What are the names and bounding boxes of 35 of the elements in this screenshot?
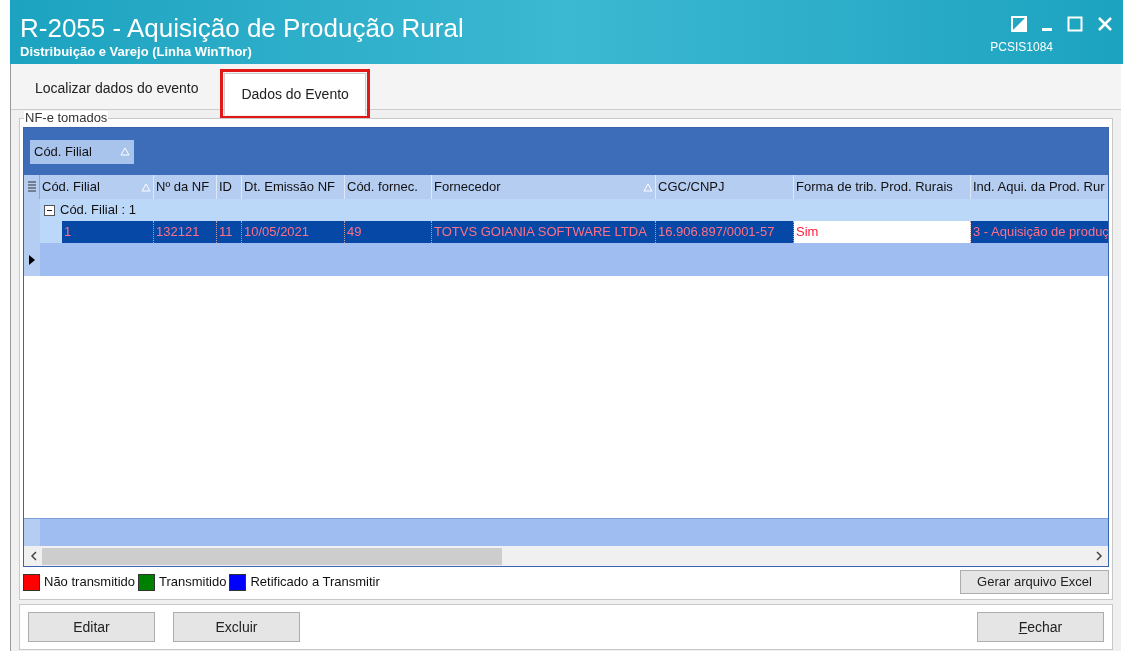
column-chooser-icon[interactable] xyxy=(27,181,36,193)
legend-label: Transmitido xyxy=(159,573,227,592)
row-pointer-icon xyxy=(29,254,35,265)
table-cell: 16.906.897/0001-57 xyxy=(656,221,794,243)
group-row-label: Cód. Filial : 1 xyxy=(60,201,136,220)
restore-icon[interactable] xyxy=(1011,16,1027,32)
window-title: R-2055 - Aquisição de Produção Rural xyxy=(20,14,464,42)
scroll-left-icon[interactable] xyxy=(29,551,37,561)
table-cell: 49 xyxy=(345,221,432,243)
horizontal-scrollbar[interactable] xyxy=(24,546,1108,566)
legend-label: Não transmitido xyxy=(44,573,136,592)
table-cell: 1 xyxy=(62,221,154,243)
sort-icon xyxy=(141,182,151,192)
window-subtitle: Distribuição e Varejo (Linha WinThor) xyxy=(20,43,253,61)
program-code: PCSIS1084 xyxy=(990,39,1053,56)
tab[interactable]: Localizar dados do evento xyxy=(19,67,215,109)
table-cell: 132121 xyxy=(154,221,217,243)
collapse-icon[interactable] xyxy=(44,204,55,216)
excel-button[interactable]: Gerar arquivo Excel xyxy=(960,570,1109,594)
row-selector xyxy=(24,519,40,546)
table-cell: 11 xyxy=(217,221,242,243)
maximize-icon[interactable] xyxy=(1067,16,1083,32)
group-by-chip[interactable]: Cód. Filial xyxy=(30,139,134,164)
legend-label: Retificado a Transmitir xyxy=(250,573,380,592)
close-icon[interactable] xyxy=(1097,16,1113,32)
table-cell: Sim xyxy=(794,221,971,243)
sort-icon xyxy=(643,182,653,192)
scroll-right-icon[interactable] xyxy=(1095,551,1103,561)
dialog-button[interactable]: Fechar xyxy=(977,612,1104,642)
group-box-title: NF-e tomados xyxy=(24,111,109,125)
dialog-button[interactable]: Editar xyxy=(28,612,155,642)
table-cell: TOTVS GOIANIA SOFTWARE LTDA xyxy=(432,221,656,243)
dialog-button[interactable]: Excluir xyxy=(173,612,300,642)
table-cell: 10/05/2021 xyxy=(242,221,345,243)
table-cell: 3 - Aquisição de produç xyxy=(971,221,1108,243)
